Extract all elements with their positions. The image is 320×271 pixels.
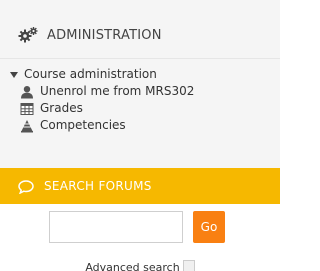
tree-item-label: Competencies: [40, 118, 126, 133]
tree-item-label: Unenrol me from MRS302: [40, 84, 195, 99]
page: ADMINISTRATION Course administration Une…: [0, 0, 280, 271]
help-icon[interactable]: [182, 260, 195, 271]
administration-title: ADMINISTRATION: [47, 27, 162, 43]
grades-table-icon: [20, 102, 34, 116]
expanded-arrow-icon: [10, 71, 18, 78]
advanced-search-link[interactable]: Advanced search: [85, 261, 179, 271]
competencies-icon: [20, 119, 34, 133]
tree-item-label: Grades: [40, 101, 83, 116]
search-forums-title: SEARCH FORUMS: [44, 179, 152, 193]
go-button[interactable]: Go: [193, 211, 225, 243]
tree-item-grades[interactable]: Grades: [20, 100, 194, 117]
search-forums-input[interactable]: [49, 211, 183, 243]
user-icon: [20, 85, 34, 99]
advanced-search: Advanced search: [0, 260, 280, 271]
administration-header: ADMINISTRATION: [17, 22, 162, 48]
tree-node-course-administration[interactable]: Course administration: [10, 66, 194, 83]
search-forums-block: SEARCH FORUMS Go Advanced search: [0, 168, 280, 271]
tree-node-label: Course administration: [24, 67, 157, 82]
tree-item-competencies[interactable]: Competencies: [20, 117, 194, 134]
cogs-icon: [17, 26, 39, 44]
administration-tree: Course administration Unenrol me from MR…: [10, 66, 194, 134]
tree-item-unenrol[interactable]: Unenrol me from MRS302: [20, 83, 194, 100]
search-forums-header: SEARCH FORUMS: [0, 168, 280, 204]
comment-icon: [18, 179, 34, 195]
divider: [0, 58, 280, 59]
